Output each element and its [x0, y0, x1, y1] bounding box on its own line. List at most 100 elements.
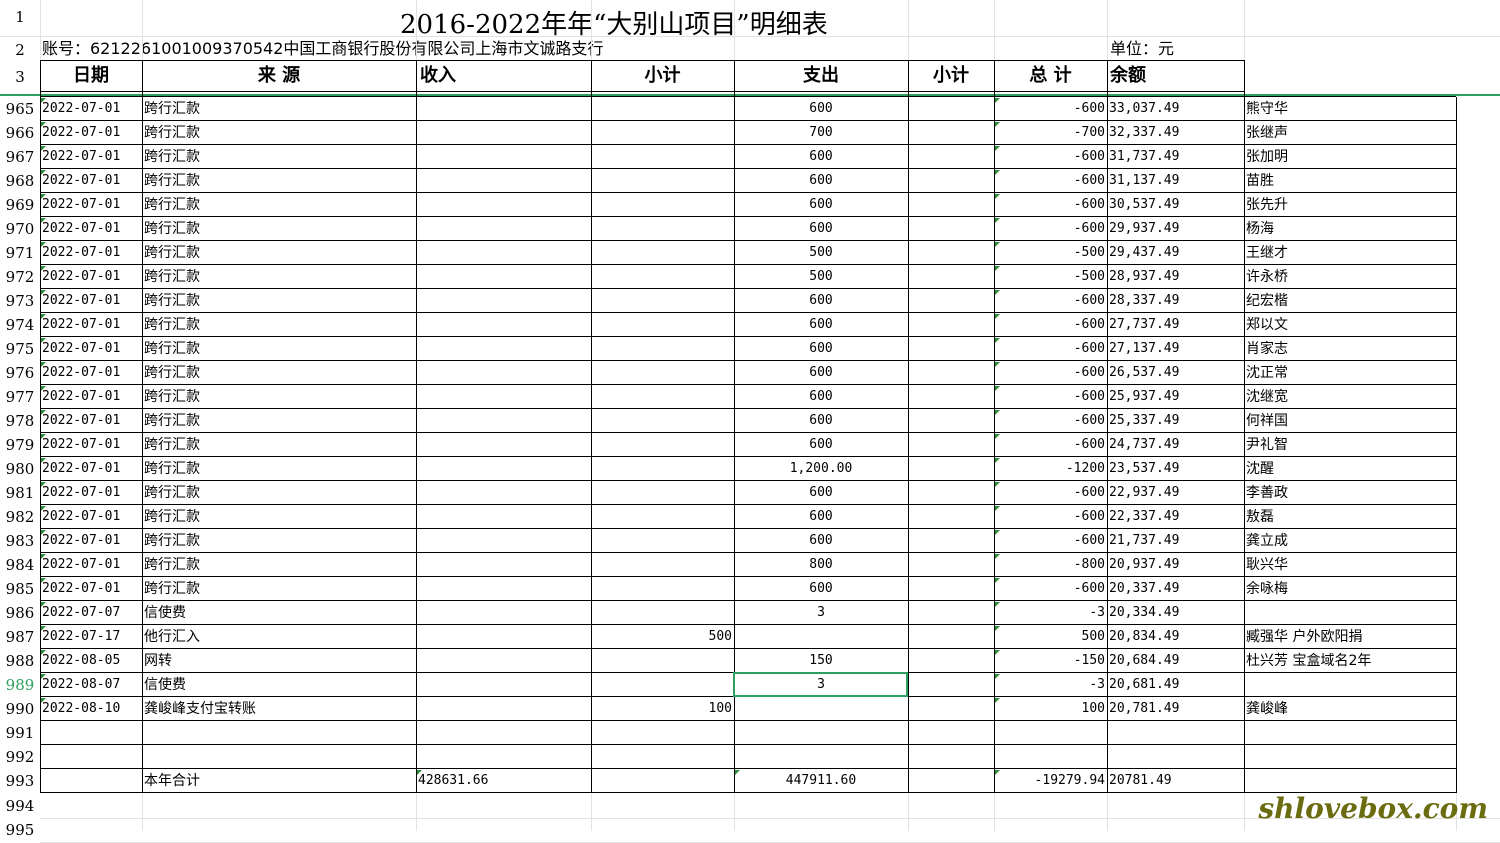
- cell-note[interactable]: 李善政: [1244, 481, 1500, 505]
- row-number-2[interactable]: 2: [0, 38, 40, 62]
- cell-expense[interactable]: 500: [734, 265, 908, 289]
- row-number[interactable]: 965: [0, 97, 40, 121]
- cell-source[interactable]: 信使费: [142, 673, 416, 697]
- cell-balance[interactable]: [1107, 721, 1244, 745]
- row-number[interactable]: 975: [0, 337, 40, 361]
- cell-note[interactable]: 龚立成: [1244, 529, 1500, 553]
- cell-expense[interactable]: 600: [734, 169, 908, 193]
- cell-income[interactable]: [416, 433, 734, 457]
- cell-date[interactable]: 2022-07-01: [40, 193, 142, 217]
- cell-balance[interactable]: 24,737.49: [1107, 433, 1244, 457]
- cell-income[interactable]: [416, 97, 734, 121]
- cell-balance[interactable]: 30,537.49: [1107, 193, 1244, 217]
- cell-balance[interactable]: 29,437.49: [1107, 241, 1244, 265]
- cell-note[interactable]: 何祥国: [1244, 409, 1500, 433]
- cell-note[interactable]: [1244, 673, 1500, 697]
- cell-source[interactable]: 跨行汇款: [142, 385, 416, 409]
- cell-expense[interactable]: 600: [734, 481, 908, 505]
- cell-source[interactable]: 跨行汇款: [142, 193, 416, 217]
- cell-total[interactable]: -1200: [994, 457, 1107, 481]
- cell-note[interactable]: [1244, 769, 1500, 793]
- cell-total[interactable]: -600: [994, 217, 1107, 241]
- cell-total[interactable]: -19279.94: [994, 769, 1107, 793]
- cell-income[interactable]: 100: [416, 697, 734, 721]
- cell-total[interactable]: -600: [994, 505, 1107, 529]
- cell-source[interactable]: [142, 721, 416, 745]
- cell-income[interactable]: [416, 505, 734, 529]
- cell-income[interactable]: [416, 649, 734, 673]
- cell-date[interactable]: 2022-07-01: [40, 385, 142, 409]
- cell-note[interactable]: [1244, 745, 1500, 769]
- cell-date[interactable]: 2022-08-05: [40, 649, 142, 673]
- cell-date[interactable]: 2022-07-01: [40, 265, 142, 289]
- cell-total[interactable]: -800: [994, 553, 1107, 577]
- row-number[interactable]: 993: [0, 769, 40, 793]
- cell-date[interactable]: 2022-07-01: [40, 529, 142, 553]
- cell-balance[interactable]: 22,337.49: [1107, 505, 1244, 529]
- header-source[interactable]: 来 源: [142, 61, 416, 91]
- cell-source[interactable]: 跨行汇款: [142, 217, 416, 241]
- cell-total[interactable]: -600: [994, 97, 1107, 121]
- cell-income[interactable]: [416, 673, 734, 697]
- cell-date[interactable]: 2022-07-01: [40, 313, 142, 337]
- cell-note[interactable]: 沈继宽: [1244, 385, 1500, 409]
- cell-date[interactable]: 2022-07-01: [40, 553, 142, 577]
- cell-date[interactable]: 2022-07-01: [40, 169, 142, 193]
- cell-expense[interactable]: 600: [734, 313, 908, 337]
- cell-date[interactable]: 2022-07-01: [40, 289, 142, 313]
- cell-note[interactable]: [1244, 601, 1500, 625]
- cell-source[interactable]: 跨行汇款: [142, 145, 416, 169]
- cell-expense[interactable]: 500: [734, 241, 908, 265]
- cell-source[interactable]: 跨行汇款: [142, 457, 416, 481]
- cell-date[interactable]: [40, 745, 142, 769]
- row-number[interactable]: 980: [0, 457, 40, 481]
- row-number[interactable]: 978: [0, 409, 40, 433]
- cell-date[interactable]: 2022-07-01: [40, 361, 142, 385]
- header-subtotal-2[interactable]: 小计: [908, 61, 994, 91]
- cell-note[interactable]: [1244, 721, 1500, 745]
- cell-total[interactable]: -600: [994, 313, 1107, 337]
- cell-note[interactable]: 余咏梅: [1244, 577, 1500, 601]
- cell-expense[interactable]: 600: [734, 361, 908, 385]
- cell-income[interactable]: [416, 337, 734, 361]
- cell-expense[interactable]: 600: [734, 337, 908, 361]
- cell-total[interactable]: -600: [994, 337, 1107, 361]
- cell-total[interactable]: -500: [994, 265, 1107, 289]
- row-number[interactable]: 990: [0, 697, 40, 721]
- cell-note[interactable]: 肖家志: [1244, 337, 1500, 361]
- row-number[interactable]: 972: [0, 265, 40, 289]
- cell-balance[interactable]: 20,684.49: [1107, 649, 1244, 673]
- cell-source[interactable]: 跨行汇款: [142, 265, 416, 289]
- row-number[interactable]: 968: [0, 169, 40, 193]
- cell-note[interactable]: 尹礼智: [1244, 433, 1500, 457]
- cell-income[interactable]: 500: [416, 625, 734, 649]
- cell-source[interactable]: 跨行汇款: [142, 553, 416, 577]
- cell-total[interactable]: -3: [994, 673, 1107, 697]
- cell-note[interactable]: 苗胜: [1244, 169, 1500, 193]
- cell-total[interactable]: -600: [994, 145, 1107, 169]
- row-number-3[interactable]: 3: [0, 62, 40, 92]
- row-number[interactable]: 984: [0, 553, 40, 577]
- cell-balance[interactable]: 20,334.49: [1107, 601, 1244, 625]
- cell-income[interactable]: [416, 121, 734, 145]
- cell-expense[interactable]: [734, 721, 908, 745]
- cell-note[interactable]: 耿兴华: [1244, 553, 1500, 577]
- cell-total[interactable]: 100: [994, 697, 1107, 721]
- cell-expense[interactable]: 447911.60: [734, 769, 908, 793]
- row-number[interactable]: 979: [0, 433, 40, 457]
- unit-label[interactable]: 单位：元: [1108, 37, 1238, 61]
- cell-income[interactable]: [416, 577, 734, 601]
- cell-total[interactable]: -600: [994, 361, 1107, 385]
- cell-income[interactable]: [416, 385, 734, 409]
- row-number[interactable]: 974: [0, 313, 40, 337]
- cell-income[interactable]: [416, 721, 734, 745]
- cell-date[interactable]: 2022-07-01: [40, 433, 142, 457]
- row-number[interactable]: 983: [0, 529, 40, 553]
- cell-balance[interactable]: 32,337.49: [1107, 121, 1244, 145]
- cell-note[interactable]: 张加明: [1244, 145, 1500, 169]
- cell-source[interactable]: 他行汇入: [142, 625, 416, 649]
- cell-balance[interactable]: 20,681.49: [1107, 673, 1244, 697]
- cell-date[interactable]: [40, 721, 142, 745]
- cell-date[interactable]: 2022-07-01: [40, 481, 142, 505]
- cell-balance[interactable]: 20,937.49: [1107, 553, 1244, 577]
